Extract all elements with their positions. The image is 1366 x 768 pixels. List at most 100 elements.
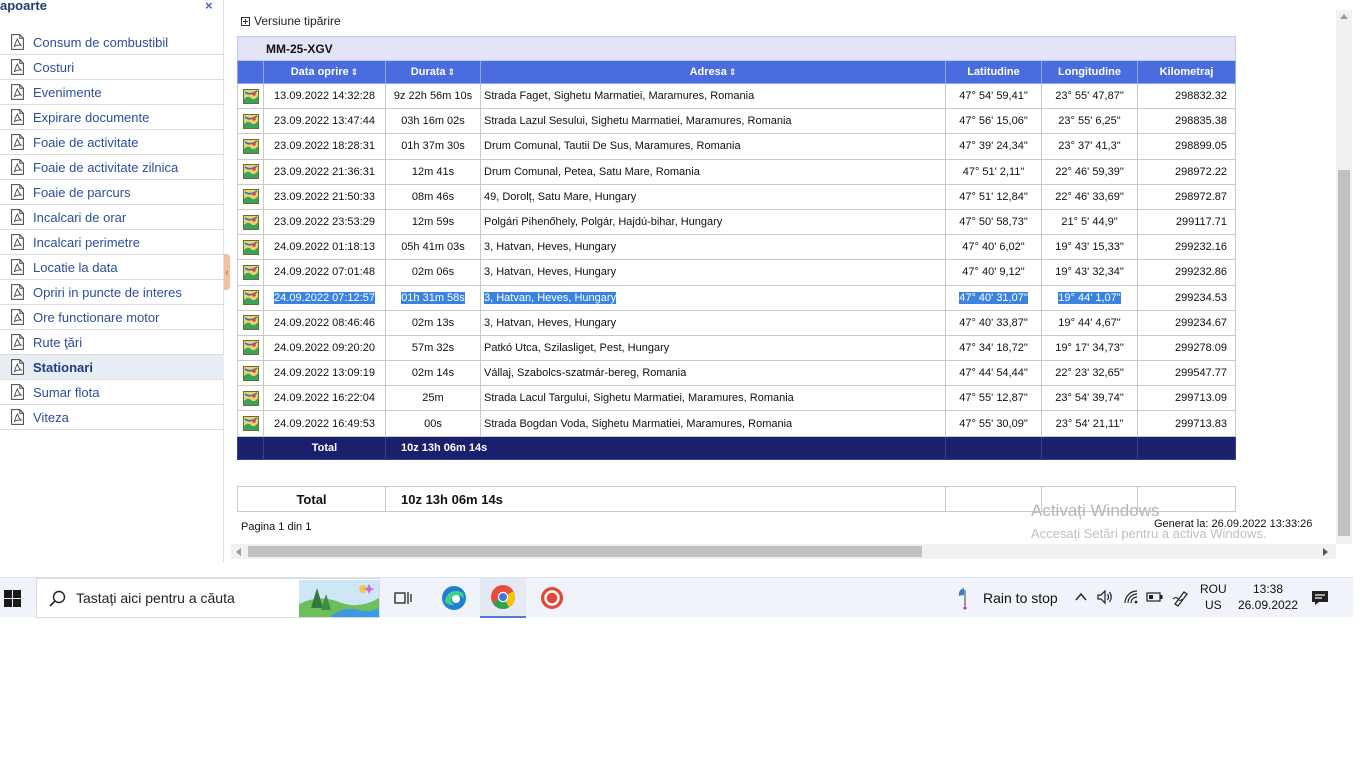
table-header: Data oprire ⇕ Durata ⇕ Adresa ⇕ Latitudine … (237, 60, 1237, 84)
print-version-link[interactable]: Versiune tipărire (241, 14, 341, 28)
table-row[interactable]: 24.09.2022 01:18:13 05h 41m 03s 3, Hatvan,… (237, 234, 1237, 261)
sidebar-item[interactable]: Foaie de activitate zilnica (0, 155, 224, 180)
sidebar-item[interactable]: Locatie la data (0, 255, 224, 280)
row-map-cell[interactable] (237, 284, 264, 311)
sidebar-item[interactable]: Costuri (0, 55, 224, 80)
table-row[interactable]: 24.09.2022 13:09:19 02m 14s Vállaj, Szabol… (237, 360, 1237, 387)
row-map-cell[interactable] (237, 360, 264, 387)
sidebar-item[interactable]: Consum de combustibil (0, 30, 224, 55)
map-icon[interactable] (242, 88, 259, 104)
row-map-cell[interactable] (237, 259, 264, 286)
sidebar-item[interactable]: Incalcari de orar (0, 205, 224, 230)
edge-taskbar-button[interactable] (431, 578, 477, 618)
map-icon[interactable] (242, 214, 259, 230)
taskbar-search-box[interactable]: Tastați aici pentru a căuta (36, 578, 380, 618)
chrome-taskbar-button[interactable] (480, 578, 526, 618)
row-map-cell[interactable] (237, 183, 264, 210)
language-indicator[interactable]: ROU US (1200, 581, 1227, 613)
row-map-cell[interactable] (237, 133, 264, 160)
sidebar-item[interactable]: Incalcari perimetre (0, 230, 224, 255)
scroll-up-icon[interactable] (1340, 14, 1348, 19)
table-row[interactable]: 23.09.2022 18:28:31 01h 37m 30s Drum Comun… (237, 133, 1237, 160)
row-map-cell[interactable] (237, 309, 264, 336)
wifi-icon[interactable] (1123, 589, 1139, 605)
cell-kilometraj: 299278.09 (1136, 334, 1237, 362)
map-icon[interactable] (242, 264, 259, 280)
cell-address: Drum Comunal, Tautii De Sus, Maramures, … (480, 133, 946, 160)
start-button[interactable] (0, 578, 24, 618)
taskbar-clock[interactable]: 13:38 26.09.2022 (1236, 581, 1300, 613)
header-date[interactable]: Data oprire ⇕ (263, 60, 386, 84)
scroll-left-icon[interactable] (236, 548, 241, 556)
sidebar-item[interactable]: Ore functionare motor (0, 305, 224, 330)
sidebar-item[interactable]: Foaie de parcurs (0, 180, 224, 205)
cell-duration: 12m 41s (385, 158, 481, 185)
table-row[interactable]: 24.09.2022 16:22:04 25m Strada Lacul Targu… (237, 385, 1237, 412)
cell-latitude: 47° 54' 59,41" (945, 82, 1042, 110)
map-icon[interactable] (242, 113, 259, 129)
horizontal-scroll-thumb[interactable] (248, 546, 922, 557)
cell-address: Patkó Utca, Szilasliget, Pest, Hungary (480, 334, 946, 362)
sidebar-item[interactable]: Opriri in puncte de interes (0, 280, 224, 305)
cell-duration: 08m 46s (385, 183, 481, 210)
notifications-icon[interactable] (1311, 589, 1329, 607)
row-map-cell[interactable] (237, 108, 264, 135)
header-duration[interactable]: Durata ⇕ (385, 60, 481, 84)
vertical-scroll-thumb[interactable] (1338, 170, 1350, 536)
map-icon[interactable] (242, 189, 259, 205)
sidebar-collapse-handle[interactable]: ‹ (224, 254, 230, 290)
sidebar-item[interactable]: Rute ţări (0, 330, 224, 355)
sidebar-item[interactable]: Evenimente (0, 80, 224, 105)
sidebar-item[interactable]: Viteza (0, 405, 224, 430)
table-row[interactable]: 24.09.2022 07:01:48 02m 06s 3, Hatvan, Hev… (237, 259, 1237, 286)
task-view-button[interactable] (380, 578, 426, 618)
vertical-scrollbar[interactable] (1336, 10, 1352, 544)
table-row[interactable]: 24.09.2022 07:12:57 01h 31m 58s 3, Hatvan,… (237, 284, 1237, 311)
cell-latitude: 47° 44' 54,44" (945, 360, 1042, 387)
table-row[interactable]: 24.09.2022 08:46:46 02m 13s 3, Hatvan, Hev… (237, 309, 1237, 336)
battery-icon[interactable] (1146, 589, 1164, 605)
row-map-cell[interactable] (237, 82, 264, 110)
pen-icon[interactable] (1172, 589, 1190, 607)
sidebar-item[interactable]: Foaie de activitate (0, 130, 224, 155)
table-row[interactable]: 24.09.2022 16:49:53 00s Strada Bogdan Voda… (237, 410, 1237, 437)
row-map-cell[interactable] (237, 158, 264, 185)
sidebar-item[interactable]: Expirare documente (0, 105, 224, 130)
windows-logo-icon (3, 589, 21, 607)
map-icon[interactable] (242, 365, 259, 381)
horizontal-scrollbar[interactable] (231, 544, 1336, 559)
chevron-up-icon[interactable] (1074, 589, 1088, 605)
row-map-cell[interactable] (237, 208, 264, 236)
map-icon[interactable] (242, 164, 259, 180)
row-map-cell[interactable] (237, 385, 264, 412)
sidebar-close-button[interactable]: × (205, 0, 213, 13)
map-icon[interactable] (242, 315, 259, 331)
sidebar-item[interactable]: Sumar flota (0, 380, 224, 405)
map-icon[interactable] (242, 138, 259, 154)
cell-latitude: 47° 40' 6,02" (945, 234, 1042, 261)
table-row[interactable]: 23.09.2022 23:53:29 12m 59s Polgári Pihenő… (237, 208, 1237, 236)
sidebar-item[interactable]: Stationari (0, 355, 224, 380)
cell-longitude: 23° 54' 39,74" (1041, 385, 1138, 412)
weather-widget[interactable]: Rain to stop (956, 578, 1058, 618)
map-icon[interactable] (242, 290, 259, 306)
sidebar-item-label: Ore functionare motor (33, 309, 160, 325)
table-row[interactable]: 24.09.2022 09:20:20 57m 32s Patkó Utca, Sz… (237, 334, 1237, 362)
table-row[interactable]: 23.09.2022 21:36:31 12m 41s Drum Comunal, … (237, 158, 1237, 185)
row-map-cell[interactable] (237, 410, 264, 437)
table-row[interactable]: 13.09.2022 14:32:28 9z 22h 56m 10s Strada … (237, 82, 1237, 110)
volume-icon[interactable] (1097, 589, 1114, 605)
header-longitude: Longitudine (1041, 60, 1138, 84)
row-map-cell[interactable] (237, 334, 264, 362)
scroll-right-icon[interactable] (1323, 548, 1328, 556)
header-address[interactable]: Adresa ⇕ (480, 60, 946, 84)
table-row[interactable]: 23.09.2022 13:47:44 03h 16m 02s Strada Laz… (237, 108, 1237, 135)
cell-address: Strada Lacul Targului, Sighetu Marmatiei… (480, 385, 946, 412)
table-row[interactable]: 23.09.2022 21:50:33 08m 46s 49, Dorolț, Sa… (237, 183, 1237, 210)
row-map-cell[interactable] (237, 234, 264, 261)
map-icon[interactable] (242, 340, 259, 356)
map-icon[interactable] (242, 239, 259, 255)
map-icon[interactable] (242, 390, 259, 406)
app-taskbar-button[interactable] (529, 578, 575, 618)
map-icon[interactable] (242, 416, 259, 432)
